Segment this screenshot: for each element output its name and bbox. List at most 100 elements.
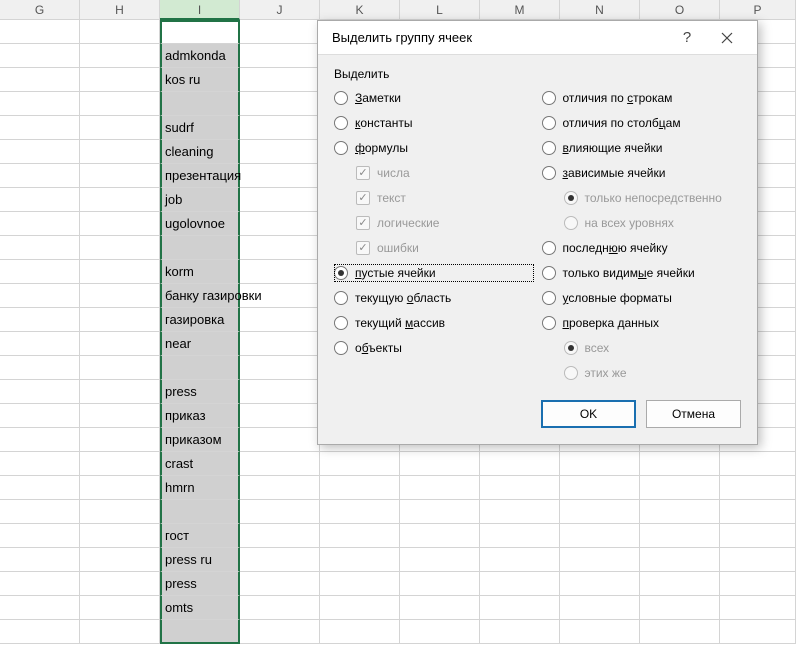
cell[interactable]	[240, 548, 320, 572]
cell[interactable]	[480, 620, 560, 644]
radio-проверка-данных[interactable]: проверка данных	[542, 314, 742, 332]
cell[interactable]: omts	[160, 596, 240, 620]
cell[interactable]	[0, 92, 80, 116]
cell[interactable]	[80, 164, 160, 188]
radio-последнюю-ячейку[interactable]: последнюю ячейку	[542, 239, 742, 257]
cell[interactable]: kos ru	[160, 68, 240, 92]
radio-текущую-область[interactable]: текущую область	[334, 289, 534, 307]
cell[interactable]	[160, 236, 240, 260]
radio-объекты[interactable]: объекты	[334, 339, 534, 357]
cell[interactable]	[480, 452, 560, 476]
cell[interactable]: korm	[160, 260, 240, 284]
cell[interactable]	[320, 476, 400, 500]
radio-влияющие-ячейки[interactable]: влияющие ячейки	[542, 139, 742, 157]
cell[interactable]	[240, 212, 320, 236]
cell[interactable]	[240, 92, 320, 116]
cell[interactable]	[240, 164, 320, 188]
cell[interactable]	[0, 260, 80, 284]
cell[interactable]	[720, 620, 796, 644]
cell[interactable]	[720, 548, 796, 572]
cancel-button[interactable]: Отмена	[646, 400, 741, 428]
help-button[interactable]: ?	[667, 23, 707, 53]
cell[interactable]	[160, 356, 240, 380]
cell[interactable]	[160, 500, 240, 524]
cell[interactable]: press ru	[160, 548, 240, 572]
cell[interactable]	[80, 284, 160, 308]
cell[interactable]	[0, 164, 80, 188]
cell[interactable]	[0, 68, 80, 92]
cell[interactable]	[640, 452, 720, 476]
cell[interactable]	[720, 596, 796, 620]
cell[interactable]	[0, 572, 80, 596]
cell[interactable]: sudrf	[160, 116, 240, 140]
cell[interactable]	[560, 500, 640, 524]
cell[interactable]: near	[160, 332, 240, 356]
cell[interactable]	[80, 452, 160, 476]
cell[interactable]	[640, 524, 720, 548]
cell[interactable]	[400, 452, 480, 476]
cell[interactable]	[400, 596, 480, 620]
cell[interactable]	[640, 476, 720, 500]
cell[interactable]	[400, 500, 480, 524]
cell[interactable]: ugolovnoe	[160, 212, 240, 236]
col-header-O[interactable]: O	[640, 0, 720, 20]
cell[interactable]	[240, 356, 320, 380]
cell[interactable]	[80, 548, 160, 572]
cell[interactable]	[0, 596, 80, 620]
cell[interactable]	[480, 596, 560, 620]
cell[interactable]	[240, 404, 320, 428]
cell[interactable]	[0, 236, 80, 260]
radio-текущий-массив[interactable]: текущий массив	[334, 314, 534, 332]
cell[interactable]	[560, 620, 640, 644]
cell[interactable]	[720, 524, 796, 548]
cell[interactable]	[400, 476, 480, 500]
col-header-M[interactable]: M	[480, 0, 560, 20]
cell[interactable]	[400, 572, 480, 596]
col-header-I[interactable]: I	[160, 0, 240, 20]
cell[interactable]	[0, 500, 80, 524]
cell[interactable]	[0, 620, 80, 644]
radio-Заметки[interactable]: Заметки	[334, 89, 534, 107]
cell[interactable]	[0, 44, 80, 68]
cell[interactable]	[560, 572, 640, 596]
cell[interactable]: презентация	[160, 164, 240, 188]
cell[interactable]	[320, 620, 400, 644]
cell[interactable]	[160, 92, 240, 116]
col-header-L[interactable]: L	[400, 0, 480, 20]
cell[interactable]	[0, 140, 80, 164]
cell[interactable]	[640, 596, 720, 620]
cell[interactable]	[80, 524, 160, 548]
cell[interactable]	[80, 140, 160, 164]
cell[interactable]	[0, 428, 80, 452]
close-button[interactable]	[707, 23, 747, 53]
cell[interactable]	[240, 284, 320, 308]
cell[interactable]	[0, 332, 80, 356]
cell[interactable]	[0, 212, 80, 236]
cell[interactable]	[640, 572, 720, 596]
cell[interactable]	[80, 44, 160, 68]
cell[interactable]	[80, 68, 160, 92]
cell[interactable]	[80, 404, 160, 428]
cell[interactable]: press	[160, 572, 240, 596]
cell[interactable]	[480, 572, 560, 596]
cell[interactable]	[240, 116, 320, 140]
cell[interactable]	[0, 20, 80, 44]
cell[interactable]	[240, 236, 320, 260]
radio-формулы[interactable]: формулы	[334, 139, 534, 157]
cell[interactable]	[80, 308, 160, 332]
cell[interactable]	[0, 452, 80, 476]
cell[interactable]	[80, 356, 160, 380]
cell[interactable]: cleaning	[160, 140, 240, 164]
col-header-G[interactable]: G	[0, 0, 80, 20]
cell[interactable]	[560, 524, 640, 548]
cell[interactable]	[320, 524, 400, 548]
col-header-J[interactable]: J	[240, 0, 320, 20]
cell[interactable]	[240, 332, 320, 356]
cell[interactable]	[480, 500, 560, 524]
col-header-P[interactable]: P	[720, 0, 796, 20]
cell[interactable]	[400, 524, 480, 548]
cell[interactable]	[0, 380, 80, 404]
cell[interactable]	[720, 572, 796, 596]
cell[interactable]	[240, 140, 320, 164]
cell[interactable]	[0, 476, 80, 500]
